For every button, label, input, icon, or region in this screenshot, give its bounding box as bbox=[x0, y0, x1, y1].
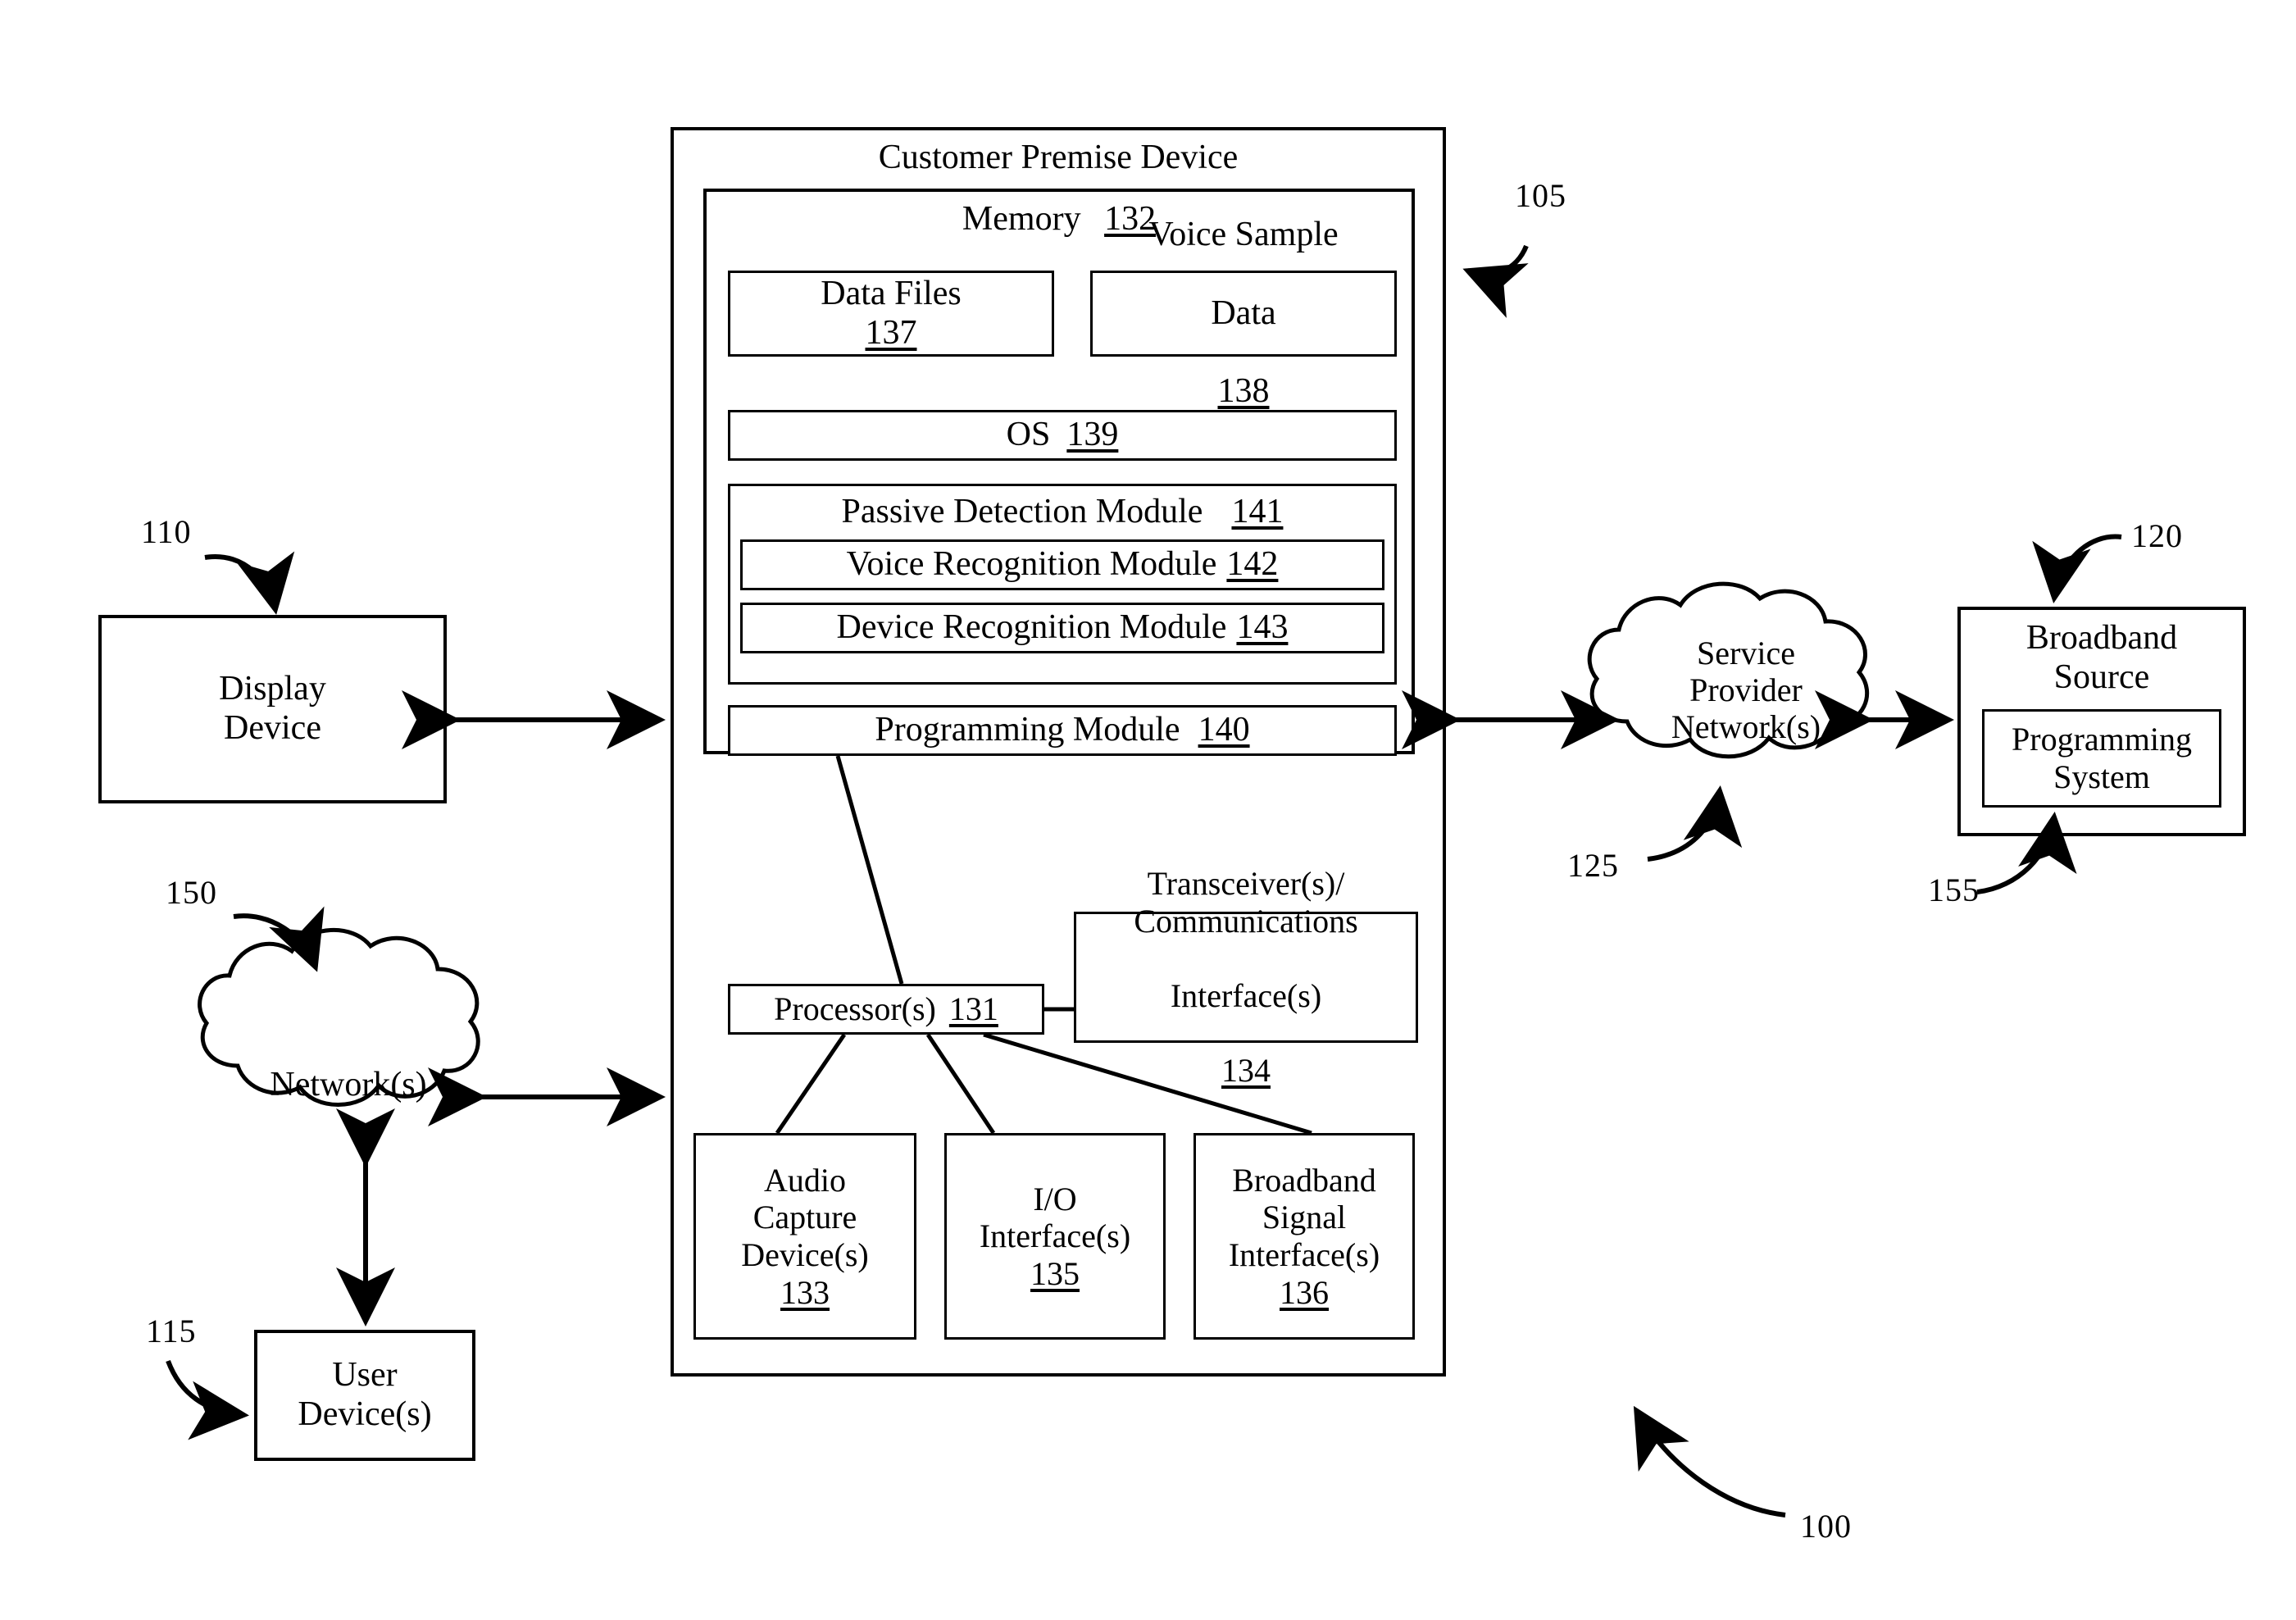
passive-detection-label: Passive Detection Module bbox=[841, 493, 1203, 530]
data-files-label: Data Files bbox=[821, 274, 962, 312]
programming-system-box: Programming System bbox=[1982, 709, 2221, 808]
leader-110 bbox=[204, 551, 295, 615]
data-files-box: Data Files 137 bbox=[728, 271, 1054, 357]
programming-module-box: Programming Module 140 bbox=[728, 705, 1397, 756]
ref-110: 110 bbox=[141, 513, 192, 550]
os-ref: 139 bbox=[1066, 416, 1119, 454]
leader-150 bbox=[233, 906, 325, 972]
broadband-signal-label: Broadband Signal Interface(s) bbox=[1228, 1161, 1380, 1273]
voice-sample-line-1: Voice Sample bbox=[1148, 215, 1339, 253]
processor-ref: 131 bbox=[948, 990, 998, 1028]
os-box: OS 139 bbox=[728, 410, 1397, 461]
user-device-box: User Device(s) bbox=[254, 1330, 475, 1461]
ref-125: 125 bbox=[1567, 847, 1619, 884]
device-recognition-label: Device Recognition Module bbox=[836, 608, 1227, 647]
ref-120: 120 bbox=[2131, 517, 2183, 554]
programming-module-ref: 140 bbox=[1198, 711, 1250, 749]
transceiver-ref: 134 bbox=[1221, 1052, 1271, 1090]
voice-sample-data-combined: Voice Sample Data 138 bbox=[1090, 216, 1397, 410]
figure-canvas: Customer Premise Device Memory 132 Data … bbox=[0, 0, 2296, 1620]
ref-100: 100 bbox=[1800, 1508, 1852, 1545]
passive-detection-ref: 141 bbox=[1231, 493, 1284, 530]
networks-cloud-label: Network(s) bbox=[270, 1066, 427, 1104]
os-label: OS bbox=[1006, 416, 1051, 454]
leader-105 bbox=[1462, 244, 1529, 318]
audio-capture-label: Audio Capture Device(s) bbox=[741, 1161, 869, 1273]
leader-125 bbox=[1647, 785, 1743, 862]
processor-box: Processor(s) 131 bbox=[728, 984, 1044, 1035]
display-device-box: Display Device bbox=[98, 615, 447, 803]
transceiver-line-1: Transceiver(s)/ bbox=[1147, 865, 1345, 903]
audio-capture-device-box: Audio Capture Device(s) 133 bbox=[693, 1133, 916, 1340]
broadband-signal-ref: 136 bbox=[1280, 1273, 1329, 1311]
memory-label: Memory bbox=[962, 200, 1081, 238]
io-interface-box: I/O Interface(s) 135 bbox=[944, 1133, 1166, 1340]
programming-module-label: Programming Module bbox=[875, 711, 1180, 749]
voice-recognition-label: Voice Recognition Module bbox=[846, 545, 1217, 584]
voice-recognition-ref: 142 bbox=[1226, 545, 1279, 584]
voice-sample-ref: 138 bbox=[1217, 372, 1270, 411]
display-device-label: Display Device bbox=[219, 670, 326, 747]
customer-premise-device-title: Customer Premise Device bbox=[878, 139, 1239, 176]
leader-120 bbox=[2032, 534, 2122, 603]
audio-capture-ref: 133 bbox=[780, 1273, 830, 1311]
transceiver-line-3: Interface(s) 134 bbox=[1171, 940, 1321, 1089]
broadband-source-label: Broadband Source bbox=[2025, 619, 2178, 696]
ref-115: 115 bbox=[146, 1313, 197, 1349]
passive-detection-title: Passive Detection Module 141 bbox=[730, 493, 1394, 532]
device-recognition-module-box: Device Recognition Module 143 bbox=[740, 603, 1384, 653]
processor-label: Processor(s) bbox=[774, 990, 936, 1028]
io-interface-label: I/O Interface(s) bbox=[979, 1180, 1131, 1255]
transceiver-combined: Transceiver(s)/ Communications Interface… bbox=[1074, 865, 1418, 1089]
leader-100 bbox=[1633, 1405, 1786, 1518]
voice-sample-word-data: Data bbox=[1211, 294, 1276, 332]
ref-105: 105 bbox=[1515, 177, 1566, 214]
service-provider-network-label: Service Provider Network(s) bbox=[1671, 635, 1821, 745]
voice-sample-line-2: Data 138 bbox=[1211, 255, 1275, 412]
user-device-label: User Device(s) bbox=[298, 1356, 432, 1433]
broadband-signal-interface-box: Broadband Signal Interface(s) 136 bbox=[1193, 1133, 1415, 1340]
device-recognition-ref: 143 bbox=[1236, 608, 1289, 647]
transceiver-word-interfaces: Interface(s) bbox=[1170, 977, 1322, 1014]
io-interface-ref: 135 bbox=[1030, 1254, 1080, 1292]
transceiver-line-2: Communications bbox=[1134, 902, 1358, 940]
ref-150: 150 bbox=[166, 874, 217, 911]
data-files-ref: 137 bbox=[865, 313, 917, 352]
ref-155: 155 bbox=[1928, 871, 1980, 908]
leader-115 bbox=[166, 1359, 249, 1440]
voice-recognition-module-box: Voice Recognition Module 142 bbox=[740, 539, 1384, 590]
programming-system-label: Programming System bbox=[2012, 721, 2192, 795]
